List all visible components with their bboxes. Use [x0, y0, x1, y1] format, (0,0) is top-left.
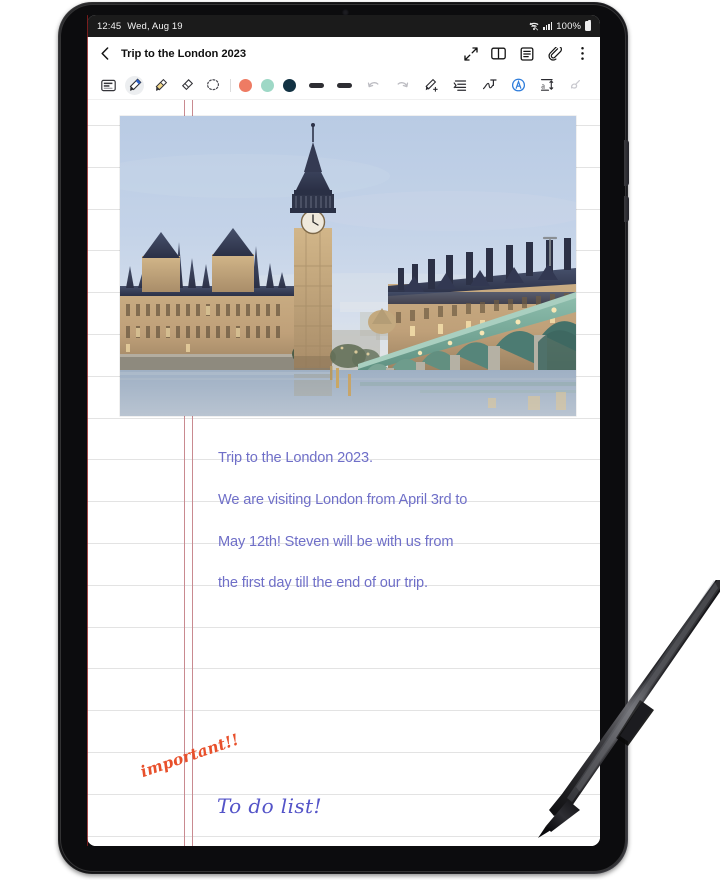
handwriting-recognition-icon[interactable] [509, 76, 528, 95]
text-size-icon[interactable]: a [538, 76, 557, 95]
ruled-line [87, 793, 600, 795]
chevron-left-icon[interactable] [96, 45, 114, 63]
wifi-icon [529, 22, 539, 31]
status-date: Wed, Aug 19 [127, 20, 183, 32]
stroke-width-swatch[interactable] [309, 82, 324, 88]
toolbar-divider-1 [230, 78, 231, 92]
shape-tool-icon[interactable] [567, 76, 586, 95]
lasso-select-tool[interactable] [203, 76, 222, 95]
redo-icon[interactable] [393, 76, 412, 95]
ruled-line [87, 710, 600, 712]
pen-settings-icon[interactable] [422, 76, 441, 95]
text-align-icon[interactable] [451, 76, 470, 95]
drawing-toolbar: a [87, 70, 600, 100]
stroke-width-selector[interactable] [337, 82, 352, 88]
color-swatch-mint[interactable] [261, 78, 274, 92]
expand-icon[interactable] [463, 46, 478, 61]
big-ben-westminster-photo[interactable] [120, 116, 576, 416]
pen-tool[interactable] [125, 75, 144, 95]
more-options-icon[interactable] [575, 46, 590, 61]
volume-button[interactable] [624, 196, 629, 222]
battery-percent-label: 100% [556, 20, 581, 32]
text-keyboard-tool[interactable] [99, 76, 118, 95]
typed-line: the first day till the end of our trip. [218, 575, 428, 592]
color-swatch-coral[interactable] [239, 78, 252, 92]
color-swatch-navy[interactable] [283, 78, 296, 92]
app-header: Trip to the London 2023 [87, 37, 600, 70]
highlighter-tool[interactable] [151, 76, 170, 95]
battery-icon [585, 20, 591, 31]
ruled-line [87, 417, 600, 419]
typed-line: We are visiting London from April 3rd to [218, 491, 468, 508]
book-view-icon[interactable] [491, 46, 506, 61]
page-title: Trip to the London 2023 [121, 47, 247, 60]
status-time: 12:45 [97, 20, 122, 32]
typed-line: Trip to the London 2023. [218, 450, 373, 466]
svg-text:a: a [541, 81, 545, 90]
list-view-icon[interactable] [519, 46, 534, 61]
tablet-screen: 12:45 Wed, Aug 19 100% Trip to the Londo… [87, 15, 600, 846]
ruled-line [87, 626, 600, 628]
screenshot-root: 12:45 Wed, Aug 19 100% Trip to the Londo… [0, 0, 720, 880]
typed-line: May 12th! Steven will be with us from [218, 533, 454, 550]
handwritten-heading-todo[interactable]: To do list! [217, 794, 322, 818]
power-button[interactable] [624, 140, 629, 186]
status-bar: 12:45 Wed, Aug 19 100% [87, 15, 600, 37]
undo-icon[interactable] [364, 76, 383, 95]
ruled-line [87, 668, 600, 670]
convert-to-text-icon[interactable] [480, 76, 499, 95]
typed-note-text[interactable]: Trip to the London 2023. We are visiting… [218, 438, 578, 605]
attachment-icon[interactable] [547, 46, 562, 61]
ruled-line [87, 835, 600, 837]
note-canvas[interactable]: Trip to the London 2023. We are visiting… [87, 100, 600, 846]
eraser-tool[interactable] [177, 76, 196, 95]
signal-icon [542, 22, 553, 30]
